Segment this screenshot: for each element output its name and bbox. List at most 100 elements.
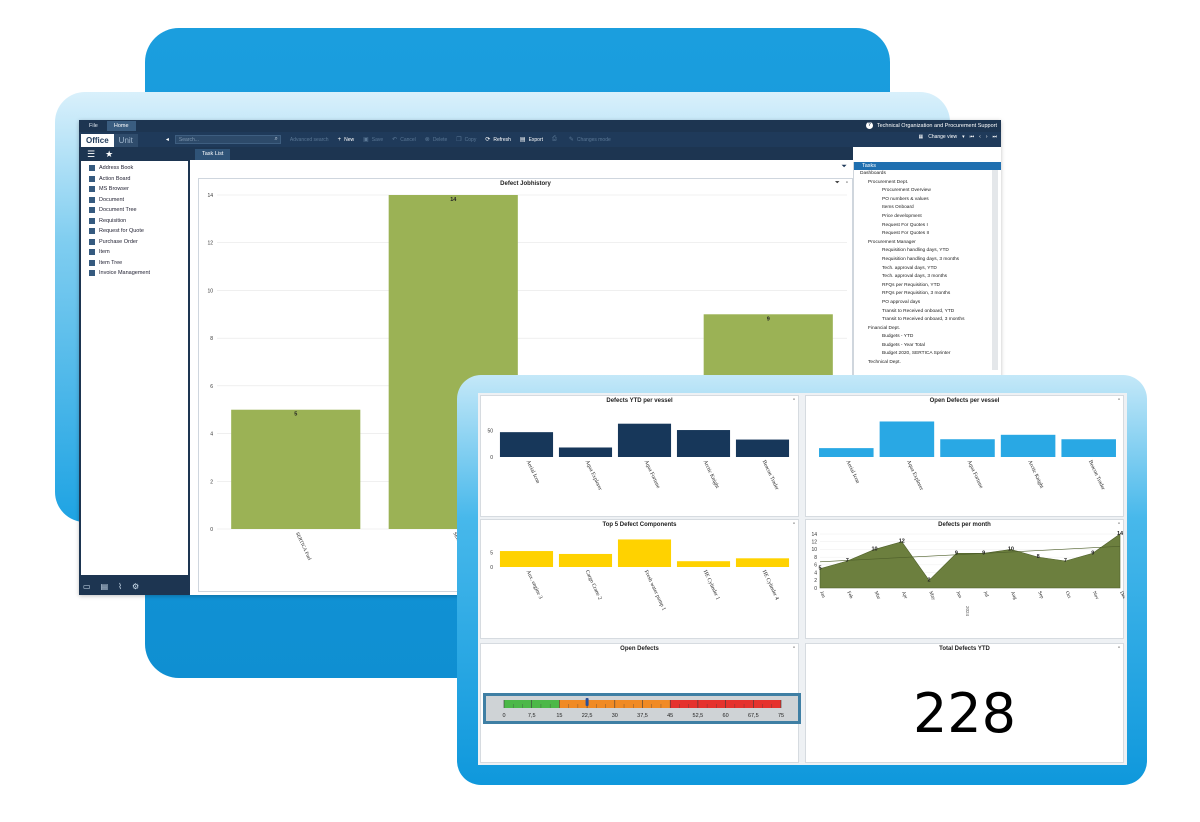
menu-tab-home[interactable]: Home [106, 121, 136, 131]
task-item[interactable]: Request For Quotes I [854, 222, 1001, 231]
last-page-icon[interactable]: ⏭ [992, 134, 997, 140]
x-tick-label: Aqua Explorer [584, 459, 603, 491]
maximize-icon[interactable]: ▫ [846, 180, 848, 187]
maximize-icon[interactable]: ▫ [793, 521, 795, 527]
maximize-icon[interactable]: ▫ [793, 397, 795, 403]
task-item[interactable]: PO approval days [854, 299, 1001, 308]
sidebar-item-action-board[interactable]: Action Board [89, 174, 188, 185]
toolbar-button-print[interactable]: ⎙ [552, 136, 560, 143]
window-icon[interactable]: ▭ [83, 582, 91, 591]
close-icon[interactable]: ✕ [993, 150, 999, 158]
filter-icon[interactable]: ⏷ [835, 180, 840, 187]
task-item[interactable]: Procurement Dept. [854, 179, 1001, 188]
sidebar-item-document-tree[interactable]: Document Tree [89, 205, 188, 216]
task-item[interactable]: PO numbers & values [854, 196, 1001, 205]
toolbar-button-cancel[interactable]: ↶ Cancel [392, 136, 416, 144]
gauge-needle [585, 698, 589, 706]
first-page-icon[interactable]: ⏮ [970, 134, 975, 140]
task-item[interactable]: Budget 2020, SERTICA Sprinter [854, 350, 1001, 359]
sidebar-item-requisition[interactable]: Requisition [89, 216, 188, 227]
sidebar-item-item-tree[interactable]: Item Tree [89, 258, 188, 269]
calendar-icon[interactable]: ▤ [101, 582, 109, 591]
task-item[interactable]: Items Onboard [854, 204, 1001, 213]
sidebar-item-purchase-order[interactable]: Purchase Order [89, 237, 188, 248]
sidebar: ☰ ★ Address Book Action Board MS Browser Do… [79, 147, 190, 595]
sidebar-item-address-book[interactable]: Address Book [89, 163, 188, 174]
collapse-left-icon[interactable]: ◂ [166, 136, 169, 143]
task-item[interactable]: Price development [854, 213, 1001, 222]
task-item[interactable]: Transit to Received onboard, YTD [854, 308, 1001, 317]
panel-top5-components: Top 5 Defect Components ▫ 0 5 Aux. engine … [480, 519, 799, 639]
maximize-icon[interactable]: ▫ [793, 645, 795, 651]
data-label: 2 [928, 577, 931, 583]
sidebar-item-label: Purchase Order [99, 238, 138, 245]
menu-tab-file[interactable]: File [82, 121, 105, 131]
task-item[interactable]: Requisition handling days, YTD [854, 247, 1001, 256]
unit-tab[interactable]: Unit [113, 134, 138, 147]
wrench-icon [89, 249, 95, 256]
task-item[interactable]: RFQs per Requisition, YTD [854, 282, 1001, 291]
task-item[interactable]: Transit to Received onboard, 3 months [854, 316, 1001, 325]
task-item[interactable]: Request For Quotes II [854, 230, 1001, 239]
toolbar-button-save[interactable]: ▣ Save [363, 136, 384, 144]
task-item[interactable]: Procurement Overview [854, 187, 1001, 196]
task-item[interactable]: Budgets - YTD [854, 333, 1001, 342]
task-item[interactable]: Procurement Manager [854, 239, 1001, 248]
toolbar-button-label: Save [371, 136, 384, 143]
toolbar-button-advanced-search[interactable]: Advanced search [290, 136, 329, 143]
toolbar-button-label: New [344, 136, 355, 143]
y-tick-label: 5 [490, 551, 493, 557]
sidebar-item-invoice-management[interactable]: Invoice Management [89, 268, 188, 279]
gauge-tick-label: 67,5 [748, 713, 759, 719]
toolbar-button-export[interactable]: ▤ Export [519, 136, 543, 144]
task-item[interactable]: RFQs per Requisition, 3 months [854, 290, 1001, 299]
data-label: 10 [871, 546, 877, 552]
prev-icon[interactable]: ‹ [979, 134, 981, 140]
star-icon[interactable]: ★ [105, 149, 113, 160]
toolbar-button-refresh[interactable]: ⟳ Refresh [485, 136, 511, 144]
task-item[interactable]: Tech. approval days, YTD [854, 265, 1001, 274]
maximize-icon[interactable]: ▫ [1118, 521, 1120, 527]
task-item[interactable]: Tech. approval days, 3 months [854, 273, 1001, 282]
toolbar-button-changes-mode[interactable]: ✎ Changes mode [569, 136, 611, 144]
help-icon[interactable]: ? [865, 122, 873, 129]
task-item[interactable]: Financial Dept. [854, 325, 1001, 334]
task-item[interactable]: Technical Dept. [854, 359, 1001, 368]
task-item[interactable]: Dashboards [854, 170, 1001, 179]
office-tab[interactable]: Office [81, 134, 114, 147]
data-label: 14 [450, 197, 457, 203]
tasks-scrollbar[interactable] [992, 170, 998, 370]
toolbar-button-copy[interactable]: ❐ Copy [456, 136, 476, 144]
bar [940, 439, 995, 457]
help-area[interactable]: ? Technical Organization and Procurement… [865, 122, 997, 129]
filter-icon[interactable]: ⏷ [841, 163, 847, 171]
task-item[interactable]: Budgets - Year Total [854, 342, 1001, 351]
maximize-icon[interactable]: ▫ [1118, 645, 1120, 651]
toolbar-button-new[interactable]: + New [338, 136, 355, 143]
task-item[interactable]: Requisition handling days, 3 months [854, 256, 1001, 265]
maximize-icon[interactable]: ▫ [1118, 397, 1120, 403]
gauge-tick-label: 45 [667, 713, 673, 719]
toolbar-icon: ⎙ [552, 136, 557, 142]
dropdown-arrow-icon[interactable]: ▾ [962, 134, 965, 140]
gauge-body: 0 7,5 15 22,5 30 37,5 45 52,5 60 67,5 75 [486, 696, 798, 721]
toolbar-icon: ▣ [363, 137, 369, 143]
y-tick-label: 4 [814, 570, 817, 576]
change-view-button[interactable]: Change view [928, 134, 957, 140]
tab-task-list[interactable]: Task List [195, 149, 231, 160]
y-tick-label: 6 [210, 384, 213, 390]
toolbar-icon: ▤ [519, 137, 526, 143]
settings-icon[interactable]: ⚙ [132, 582, 139, 591]
x-tick-label: Aqua Fortune [966, 459, 985, 490]
sidebar-item-request-for-quote[interactable]: Request for Quote [89, 226, 188, 237]
search-icon[interactable]: ⌕ [275, 136, 280, 143]
sidebar-item-document[interactable]: Document [89, 195, 188, 206]
sidebar-item-item[interactable]: Item [89, 247, 188, 258]
search-input[interactable]: Search... ⌕ [174, 135, 281, 144]
panel-defects-ytd: Defects YTD per vessel ▫ 0 50 Aerial Icon A… [480, 395, 799, 517]
next-icon[interactable]: › [986, 134, 988, 140]
toolbar-button-delete[interactable]: ⊗ Delete [425, 136, 447, 144]
chart-icon[interactable]: ⌇ [118, 582, 122, 591]
sidebar-item-ms-browser[interactable]: MS Browser [89, 184, 188, 195]
list-icon[interactable]: ☰ [87, 149, 95, 160]
